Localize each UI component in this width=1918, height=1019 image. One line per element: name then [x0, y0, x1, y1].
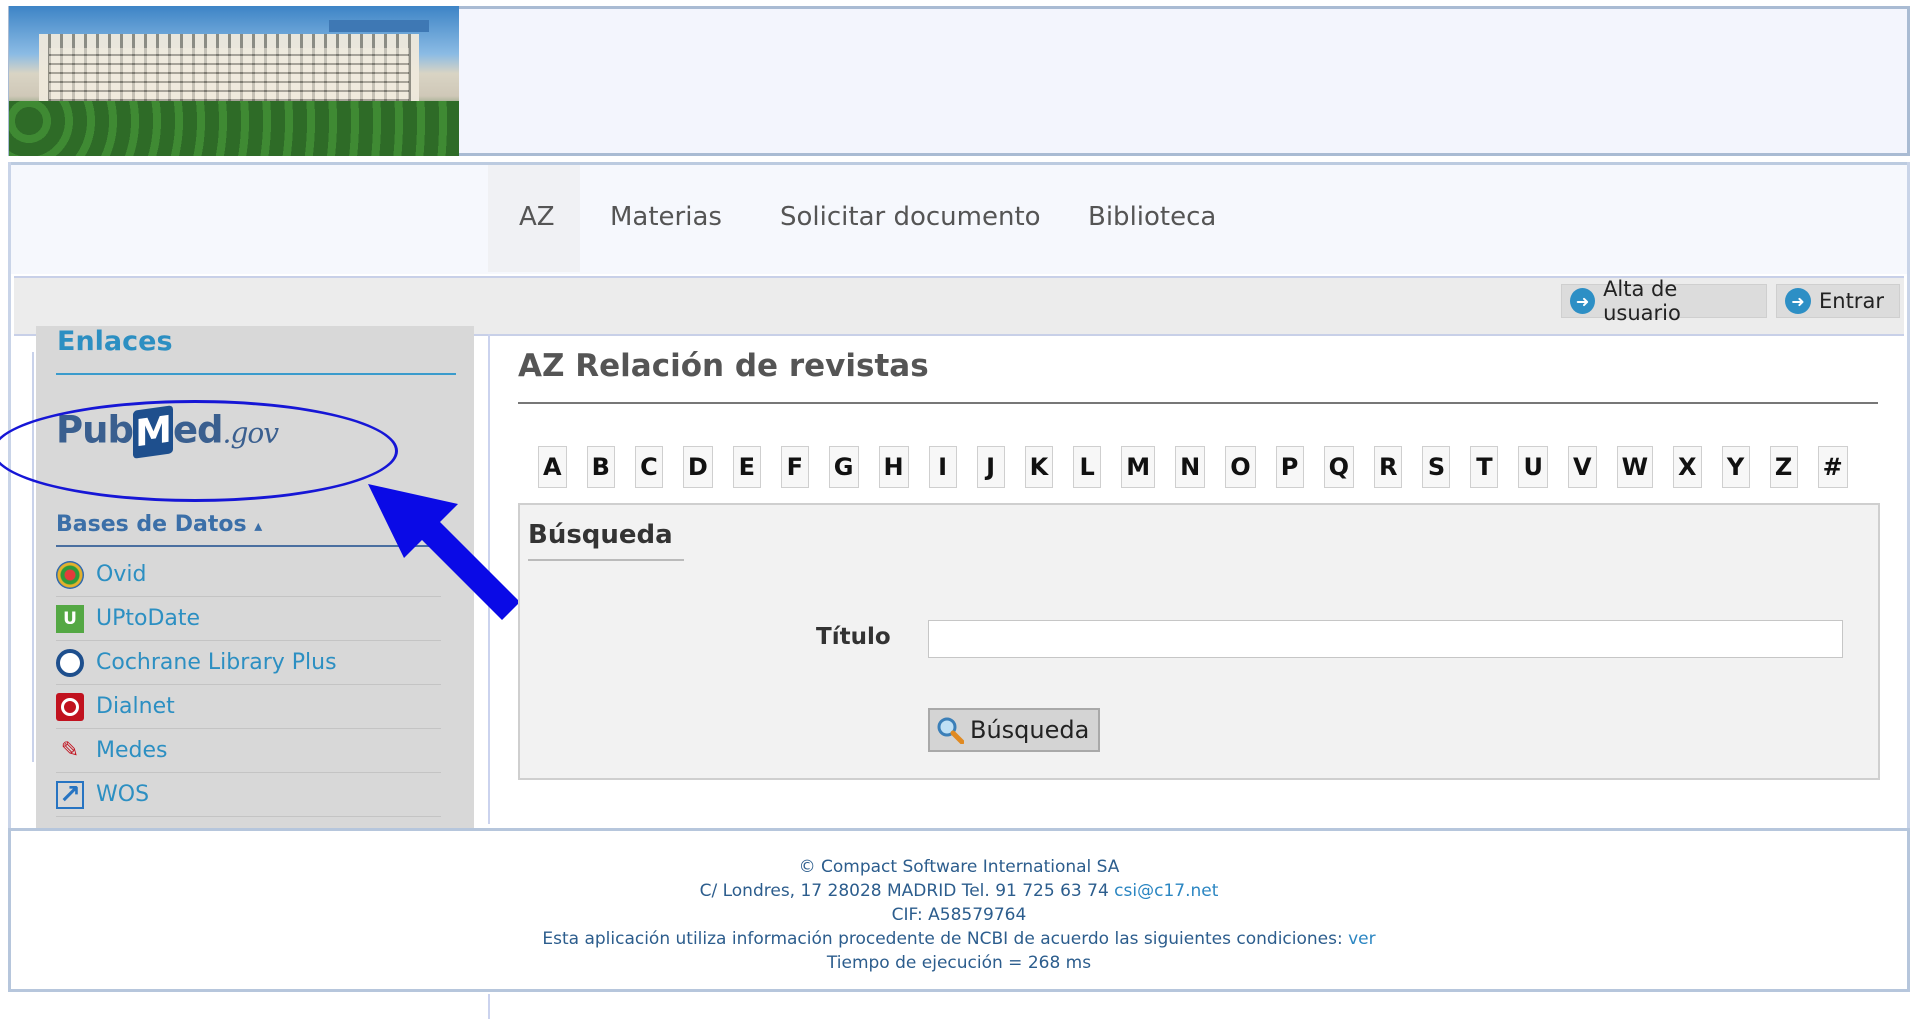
bottom-divider [488, 994, 490, 1019]
database-link-wos[interactable]: ↗ WOS [56, 773, 441, 817]
footer-copyright: © Compact Software International SA [798, 857, 1120, 877]
letter-a[interactable]: A [538, 446, 567, 488]
letter-p[interactable]: P [1275, 446, 1304, 488]
login-button[interactable]: ➜ Entrar [1776, 284, 1900, 318]
nav-item-materias[interactable]: Materias [610, 202, 722, 232]
title-field-label: Título [816, 624, 891, 650]
footer-cif: CIF: A58579764 [891, 905, 1027, 925]
database-label: Cochrane Library Plus [96, 650, 337, 675]
register-button[interactable]: ➜ Alta de usuario [1561, 277, 1767, 325]
database-label: Ovid [96, 562, 147, 587]
letter-f[interactable]: F [780, 446, 809, 488]
letter-e[interactable]: E [732, 446, 761, 488]
database-label: WOS [96, 782, 150, 807]
cochrane-icon [56, 648, 84, 677]
letter-t[interactable]: T [1470, 446, 1499, 488]
letter-r[interactable]: R [1374, 446, 1403, 488]
magnifier-icon [937, 717, 964, 744]
alphabet-filter: A B C D E F G H I J K L M N O P Q R S T … [538, 446, 1868, 488]
medes-icon: ✎ [60, 738, 80, 763]
letter-k[interactable]: K [1024, 446, 1054, 488]
database-link-cochrane[interactable]: Cochrane Library Plus [56, 641, 441, 685]
footer-text: © Compact Software International SA C/ L… [0, 855, 1918, 975]
arrow-right-circle-icon: ➜ [1570, 288, 1596, 314]
letter-g[interactable]: G [828, 446, 859, 488]
letter-y[interactable]: Y [1721, 446, 1750, 488]
letter-l[interactable]: L [1073, 446, 1102, 488]
page-title-underline [518, 402, 1878, 404]
nav-item-biblioteca[interactable]: Biblioteca [1088, 202, 1216, 232]
search-title: Búsqueda [528, 520, 673, 550]
footer-ncbi-text: Esta aplicación utiliza información proc… [542, 929, 1343, 949]
register-label: Alta de usuario [1603, 277, 1681, 325]
footer-execution-time: Tiempo de ejecución = 268 ms [826, 953, 1092, 973]
external-link-icon: ↗ [56, 780, 84, 810]
ovid-icon [56, 560, 84, 589]
search-button-label: Búsqueda [970, 716, 1090, 744]
letter-j[interactable]: J [976, 446, 1005, 488]
letter-w[interactable]: W [1616, 446, 1654, 488]
letter-v[interactable]: V [1567, 446, 1597, 488]
nav-item-solicitar-documento[interactable]: Solicitar documento [780, 202, 1041, 232]
database-label: Medes [96, 738, 168, 763]
letter-d[interactable]: D [682, 446, 713, 488]
footer-ncbi-notice: Esta aplicación utiliza información proc… [0, 927, 1918, 951]
database-link-dialnet[interactable]: Dialnet [56, 685, 441, 729]
letter-c[interactable]: C [634, 446, 663, 488]
footer-ncbi-link[interactable]: ver [1348, 929, 1376, 949]
databases-header-label: Bases de Datos [56, 512, 247, 537]
dialnet-icon [56, 692, 84, 721]
page-title: AZ Relación de revistas [518, 348, 929, 384]
left-divider [32, 352, 34, 762]
letter-z[interactable]: Z [1769, 446, 1798, 488]
letter-b[interactable]: B [586, 446, 615, 488]
letter-n[interactable]: N [1175, 446, 1206, 488]
arrow-right-circle-icon: ➜ [1785, 288, 1811, 314]
nav-item-az[interactable]: AZ [519, 202, 555, 232]
title-search-input[interactable] [928, 620, 1843, 658]
sidebar-title: Enlaces [57, 326, 173, 357]
database-label: Dialnet [96, 694, 175, 719]
letter-m[interactable]: M [1121, 446, 1156, 488]
letter-o[interactable]: O [1225, 446, 1256, 488]
footer-email-link[interactable]: csi@c17.net [1114, 881, 1218, 901]
sidebar-title-underline [56, 373, 456, 375]
letter-q[interactable]: Q [1323, 446, 1354, 488]
footer-address: C/ Londres, 17 28028 MADRID Tel. 91 725 … [0, 879, 1918, 903]
annotation-ellipse [0, 400, 398, 502]
letter-h[interactable]: H [878, 446, 909, 488]
footer-address-text: C/ Londres, 17 28028 MADRID Tel. 91 725 … [699, 881, 1109, 901]
databases-header[interactable]: Bases de Datos ▴ [56, 512, 262, 537]
caret-up-icon: ▴ [254, 516, 263, 535]
database-label: UPtoDate [96, 606, 201, 631]
letter-hash[interactable]: # [1817, 446, 1848, 488]
letter-u[interactable]: U [1518, 446, 1548, 488]
uptodate-icon: U [56, 604, 84, 633]
login-label: Entrar [1819, 289, 1884, 313]
search-title-underline [528, 559, 684, 561]
letter-s[interactable]: S [1422, 446, 1451, 488]
search-button[interactable]: Búsqueda [928, 708, 1100, 752]
hospital-logo-image [9, 6, 459, 156]
letter-x[interactable]: X [1673, 446, 1702, 488]
database-link-medes[interactable]: ✎ Medes [56, 729, 441, 773]
letter-i[interactable]: I [928, 446, 957, 488]
